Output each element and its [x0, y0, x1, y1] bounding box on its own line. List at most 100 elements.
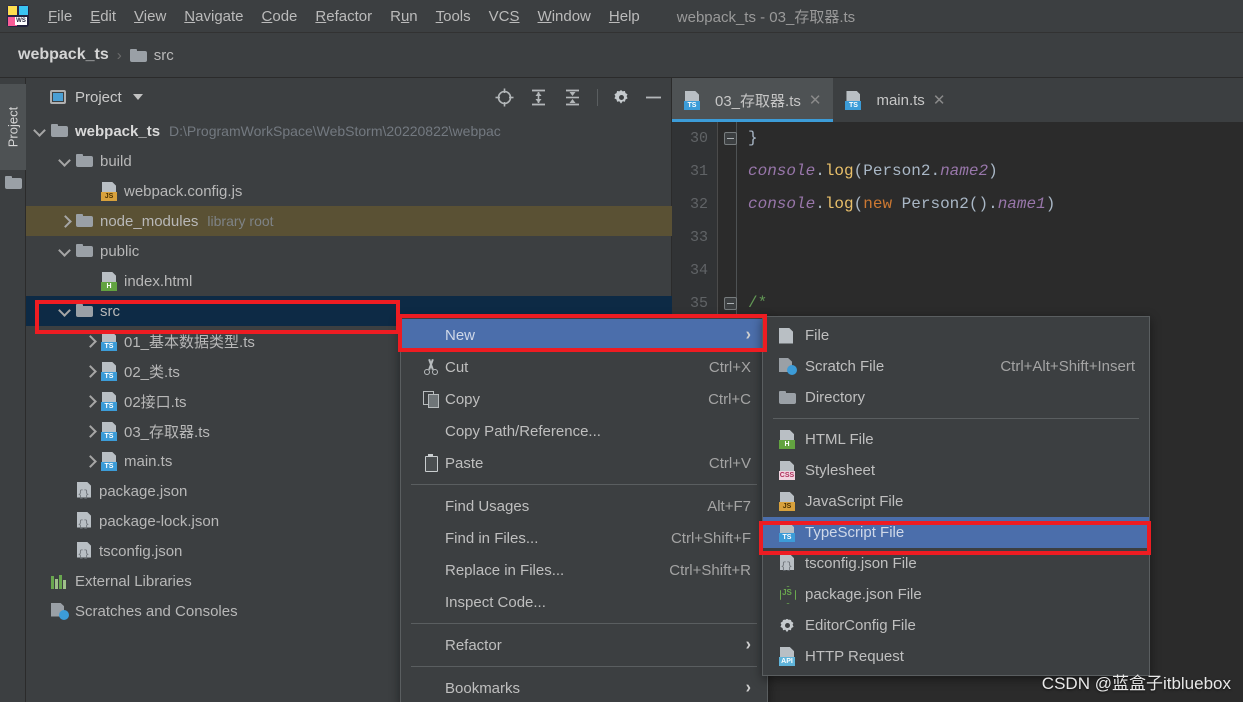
new-submenu-item[interactable]: Directory [763, 382, 1149, 413]
code-token: ) [988, 162, 998, 180]
context-menu-item[interactable]: Replace in Files... Ctrl+Shift+R [401, 554, 767, 586]
new-submenu-item[interactable]: {} tsconfig.json File [763, 548, 1149, 579]
menu-help[interactable]: Help [600, 5, 649, 28]
tree-row-hint: D:\ProgramWorkSpace\WebStorm\20220822\we… [169, 123, 501, 139]
new-submenu-item[interactable]: JS package.json File [763, 579, 1149, 610]
locate-icon[interactable] [495, 88, 514, 107]
code-token: } [748, 129, 758, 147]
code-token: (). [968, 195, 998, 213]
context-menu-item[interactable]: New › [401, 319, 767, 351]
code-token: ) [1045, 195, 1056, 213]
chevron-right-icon[interactable] [84, 455, 97, 468]
settings-gear-icon[interactable] [613, 89, 629, 105]
editor-tab[interactable]: TS 03_存取器.ts ✕ [672, 78, 834, 122]
code-fold-icon[interactable] [724, 132, 737, 145]
context-menu-item-label: Refactor [445, 636, 502, 654]
context-menu-item-shortcut: Ctrl+C [708, 390, 751, 408]
context-menu-item[interactable]: Copy Ctrl+C [401, 383, 767, 415]
json-file-icon: {} [76, 541, 93, 561]
new-submenu-item[interactable]: EditorConfig File [763, 610, 1149, 641]
editor-tab[interactable]: TS main.ts ✕ [833, 78, 957, 122]
new-submenu-item[interactable]: API HTTP Request [763, 641, 1149, 672]
new-submenu-item[interactable]: H HTML File [763, 424, 1149, 455]
context-menu-item[interactable]: Bookmarks › [401, 672, 767, 702]
html-file-icon: H [101, 271, 118, 291]
html-file-icon-slot: H [779, 430, 805, 449]
breadcrumb-project[interactable]: webpack_ts [18, 46, 109, 64]
structure-folder-icon[interactable] [5, 176, 22, 189]
chevron-down-icon[interactable] [34, 125, 47, 138]
chevron-down-icon[interactable] [59, 305, 72, 318]
tree-row[interactable]: Hindex.html [26, 266, 672, 296]
chevron-right-icon[interactable] [59, 215, 72, 228]
context-menu-item[interactable]: Find Usages Alt+F7 [401, 490, 767, 522]
code-line[interactable]: console.log(Person2.name2) [718, 155, 1243, 188]
context-menu-item-label: Bookmarks [445, 679, 521, 697]
context-menu-item[interactable]: Inspect Code... [401, 586, 767, 618]
menu-tools[interactable]: Tools [427, 5, 480, 28]
tree-row[interactable]: JS webpack.config.js [26, 176, 672, 206]
collapse-all-icon[interactable] [563, 88, 582, 107]
menu-vcs[interactable]: VCS [480, 5, 529, 28]
new-submenu-item[interactable]: JS JavaScript File [763, 486, 1149, 517]
context-menu-item[interactable]: Paste Ctrl+V [401, 447, 767, 479]
new-submenu-item-label: TypeScript File [805, 524, 905, 541]
tree-row[interactable]: node_modules library root [26, 206, 672, 236]
chevron-down-icon[interactable] [132, 94, 143, 100]
code-token: console [748, 162, 816, 180]
menu-view[interactable]: View [125, 5, 175, 28]
menu-run[interactable]: Run [381, 5, 427, 28]
menu-navigate[interactable]: Navigate [175, 5, 252, 28]
chevron-right-icon[interactable] [84, 335, 97, 348]
tree-row[interactable]: public [26, 236, 672, 266]
tree-row[interactable]: webpack_ts D:\ProgramWorkSpace\WebStorm\2… [26, 116, 672, 146]
new-submenu-item[interactable]: CSS Stylesheet [763, 455, 1149, 486]
expand-all-icon[interactable] [529, 88, 548, 107]
code-line[interactable]: console.log(new Person2().name1) [718, 188, 1243, 221]
new-submenu-item[interactable]: Scratch File Ctrl+Alt+Shift+Insert [763, 351, 1149, 382]
tree-row-label: index.html [124, 272, 193, 290]
context-menu-item[interactable]: Find in Files... Ctrl+Shift+F [401, 522, 767, 554]
new-submenu-item[interactable]: File [763, 320, 1149, 351]
context-menu-item[interactable]: Copy Path/Reference... [401, 415, 767, 447]
tree-row-hint: library root [207, 213, 274, 229]
code-token: Person2 [863, 162, 931, 180]
code-line[interactable] [718, 254, 1243, 287]
menu-edit[interactable]: Edit [81, 5, 125, 28]
paste-icon [423, 454, 439, 472]
menu-refactor[interactable]: Refactor [306, 5, 381, 28]
code-line[interactable]: } [718, 122, 1243, 155]
new-submenu-item-label: HTML File [805, 431, 874, 448]
menu-separator [773, 418, 1139, 419]
context-menu-item-label: Paste [445, 454, 484, 472]
context-menu-item-label: Cut [445, 358, 469, 376]
context-menu-item[interactable]: Refactor › [401, 629, 767, 661]
new-submenu-item[interactable]: TS TypeScript File [763, 517, 1149, 548]
breadcrumb-current[interactable]: src [154, 47, 174, 64]
close-icon[interactable]: ✕ [933, 91, 946, 109]
code-line[interactable] [718, 221, 1243, 254]
code-fold-icon[interactable] [724, 297, 737, 310]
context-menu-item[interactable]: Cut Ctrl+X [401, 351, 767, 383]
menu-code[interactable]: Code [253, 5, 307, 28]
chevron-down-icon[interactable] [59, 155, 72, 168]
menu-window[interactable]: Window [529, 5, 600, 28]
new-submenu-item-label: tsconfig.json File [805, 555, 917, 572]
chevron-right-icon[interactable] [84, 425, 97, 438]
js-file-icon: JS [101, 181, 118, 201]
minimize-icon[interactable] [644, 88, 663, 107]
new-submenu[interactable]: File Scratch File Ctrl+Alt+Shift+Insert Dir… [762, 316, 1150, 676]
chevron-down-icon[interactable] [59, 245, 72, 258]
chevron-right-icon[interactable] [84, 395, 97, 408]
chevron-right-icon[interactable] [84, 365, 97, 378]
node-icon: JS [779, 586, 795, 603]
ts-file-icon-slot: TS [779, 523, 805, 542]
sidebar-tab-project[interactable]: Project [0, 84, 26, 170]
close-icon[interactable]: ✕ [809, 91, 822, 109]
tree-row[interactable]: build [26, 146, 672, 176]
menu-file[interactable]: File [39, 5, 81, 28]
context-menu[interactable]: New › Cut Ctrl+X Copy Ctrl+C Copy Path/Referen… [400, 316, 768, 702]
copy-icon-slot [423, 391, 445, 408]
css-file-icon-slot: CSS [779, 461, 805, 480]
